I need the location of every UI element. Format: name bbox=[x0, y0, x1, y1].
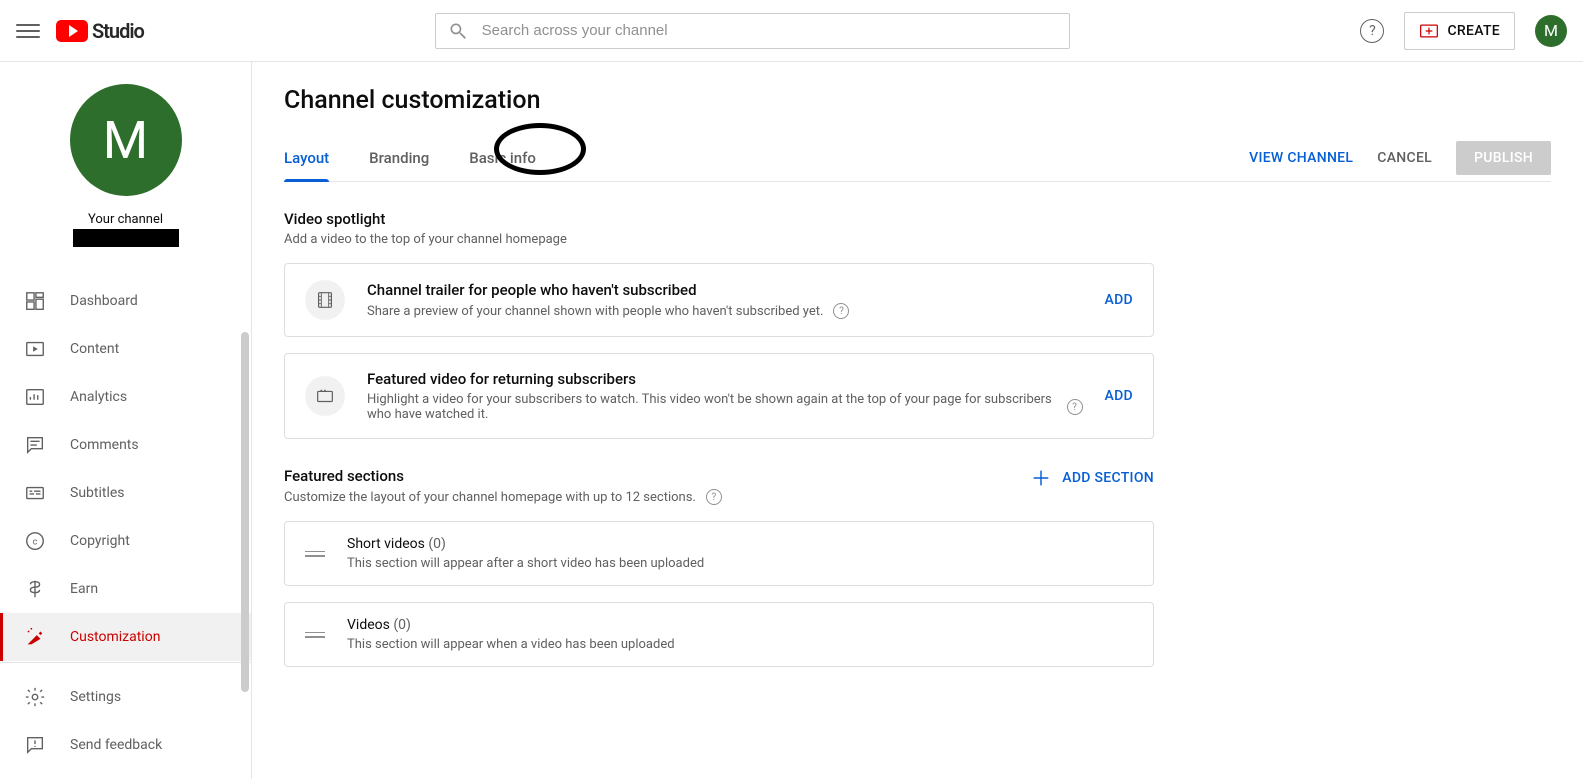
sidebar-item-settings[interactable]: Settings bbox=[0, 673, 251, 721]
help-tooltip-icon[interactable]: ? bbox=[706, 489, 722, 505]
subtitles-icon bbox=[24, 482, 46, 504]
section-row: Short videos (0) This section will appea… bbox=[284, 521, 1154, 586]
sidebar-nav: Dashboard Content Analytics Comments Sub… bbox=[0, 259, 251, 662]
sidebar-item-feedback[interactable]: Send feedback bbox=[0, 721, 251, 769]
header-right: ? CREATE M bbox=[1360, 12, 1567, 50]
main-content: Channel customization Layout Branding Ba… bbox=[252, 62, 1583, 779]
channel-name-redacted bbox=[73, 229, 179, 247]
drag-handle-icon[interactable] bbox=[305, 632, 325, 638]
dashboard-icon bbox=[24, 290, 46, 312]
sidebar-item-analytics[interactable]: Analytics bbox=[0, 373, 251, 421]
section-subtitle: Add a video to the top of your channel h… bbox=[284, 232, 1154, 247]
sidebar-item-customization[interactable]: Customization bbox=[0, 613, 251, 661]
section-title: Video spotlight bbox=[284, 210, 1154, 228]
tab-row: Layout Branding Basic info VIEW CHANNEL … bbox=[284, 135, 1551, 182]
add-featured-button[interactable]: ADD bbox=[1105, 388, 1133, 404]
create-button[interactable]: CREATE bbox=[1404, 12, 1515, 50]
gear-icon bbox=[24, 686, 46, 708]
create-label: CREATE bbox=[1447, 23, 1500, 39]
sidebar-item-label: Subtitles bbox=[70, 485, 125, 501]
page-title: Channel customization bbox=[284, 86, 1551, 115]
sidebar-item-content[interactable]: Content bbox=[0, 325, 251, 373]
channel-block: M Your channel bbox=[0, 62, 251, 259]
card-title: Featured video for returning subscribers bbox=[367, 370, 1083, 388]
earn-icon bbox=[24, 578, 46, 600]
sidebar-item-label: Send feedback bbox=[70, 737, 162, 753]
sidebar-item-label: Customization bbox=[70, 629, 160, 645]
plus-icon bbox=[1030, 467, 1052, 489]
cancel-button[interactable]: CANCEL bbox=[1377, 150, 1432, 166]
header-bar: Studio ? CREATE M bbox=[0, 0, 1583, 62]
video-spotlight-section: Video spotlight Add a video to the top o… bbox=[284, 210, 1154, 439]
create-video-icon bbox=[1419, 21, 1439, 41]
help-tooltip-icon[interactable]: ? bbox=[833, 303, 849, 319]
tab-actions: VIEW CHANNEL CANCEL PUBLISH bbox=[1249, 141, 1551, 175]
section-subtitle: Customize the layout of your channel hom… bbox=[284, 490, 696, 505]
row-title: Videos bbox=[347, 617, 390, 633]
sidebar-item-label: Dashboard bbox=[70, 293, 138, 309]
scrollbar-thumb[interactable] bbox=[241, 332, 249, 692]
video-icon bbox=[305, 376, 345, 416]
analytics-icon bbox=[24, 386, 46, 408]
film-icon bbox=[305, 280, 345, 320]
customization-icon bbox=[24, 626, 46, 648]
row-subtitle: This section will appear after a short v… bbox=[347, 556, 704, 571]
youtube-play-icon bbox=[56, 20, 88, 42]
channel-trailer-card: Channel trailer for people who haven't s… bbox=[284, 263, 1154, 337]
help-icon[interactable]: ? bbox=[1360, 19, 1384, 43]
section-title: Featured sections bbox=[284, 467, 722, 485]
featured-sections: Featured sections Customize the layout o… bbox=[284, 467, 1154, 667]
sidebar-item-label: Analytics bbox=[70, 389, 127, 405]
channel-label: Your channel bbox=[88, 212, 163, 227]
add-section-label: ADD SECTION bbox=[1062, 470, 1154, 486]
sidebar-item-label: Earn bbox=[70, 581, 98, 597]
hamburger-menu-icon[interactable] bbox=[16, 19, 40, 43]
row-count: (0) bbox=[428, 536, 446, 552]
section-row: Videos (0) This section will appear when… bbox=[284, 602, 1154, 667]
sidebar-item-label: Copyright bbox=[70, 533, 130, 549]
channel-avatar[interactable]: M bbox=[70, 84, 182, 196]
account-avatar[interactable]: M bbox=[1535, 15, 1567, 47]
card-subtitle: Highlight a video for your subscribers t… bbox=[367, 392, 1057, 422]
card-subtitle: Share a preview of your channel shown wi… bbox=[367, 304, 823, 319]
sidebar-bottom: Settings Send feedback bbox=[0, 662, 251, 779]
card-title: Channel trailer for people who haven't s… bbox=[367, 281, 1083, 299]
publish-button[interactable]: PUBLISH bbox=[1456, 141, 1551, 175]
copyright-icon: c bbox=[24, 530, 46, 552]
search-icon bbox=[448, 21, 468, 41]
sidebar-item-comments[interactable]: Comments bbox=[0, 421, 251, 469]
tab-branding[interactable]: Branding bbox=[369, 135, 429, 181]
sidebar-item-label: Settings bbox=[70, 689, 121, 705]
search-wrap bbox=[144, 13, 1361, 49]
row-subtitle: This section will appear when a video ha… bbox=[347, 637, 675, 652]
sidebar: M Your channel Dashboard Content Analyti… bbox=[0, 62, 252, 779]
studio-logo[interactable]: Studio bbox=[56, 19, 144, 43]
svg-text:c: c bbox=[33, 538, 38, 548]
content-icon bbox=[24, 338, 46, 360]
logo-text: Studio bbox=[92, 19, 144, 43]
sidebar-item-copyright[interactable]: c Copyright bbox=[0, 517, 251, 565]
feedback-icon bbox=[24, 734, 46, 756]
featured-video-card: Featured video for returning subscribers… bbox=[284, 353, 1154, 439]
help-tooltip-icon[interactable]: ? bbox=[1067, 399, 1083, 415]
sidebar-item-dashboard[interactable]: Dashboard bbox=[0, 277, 251, 325]
add-section-button[interactable]: ADD SECTION bbox=[1030, 467, 1154, 489]
comments-icon bbox=[24, 434, 46, 456]
view-channel-button[interactable]: VIEW CHANNEL bbox=[1249, 150, 1353, 166]
sidebar-item-label: Content bbox=[70, 341, 119, 357]
add-trailer-button[interactable]: ADD bbox=[1105, 292, 1133, 308]
sidebar-item-earn[interactable]: Earn bbox=[0, 565, 251, 613]
row-count: (0) bbox=[393, 617, 411, 633]
tab-layout[interactable]: Layout bbox=[284, 135, 329, 181]
drag-handle-icon[interactable] bbox=[305, 551, 325, 557]
search-box[interactable] bbox=[435, 13, 1070, 49]
row-title: Short videos bbox=[347, 536, 425, 552]
tab-basic-info[interactable]: Basic info bbox=[469, 135, 536, 181]
sidebar-item-subtitles[interactable]: Subtitles bbox=[0, 469, 251, 517]
sidebar-item-label: Comments bbox=[70, 437, 139, 453]
search-input[interactable] bbox=[482, 22, 1057, 39]
tabs: Layout Branding Basic info bbox=[284, 135, 536, 181]
